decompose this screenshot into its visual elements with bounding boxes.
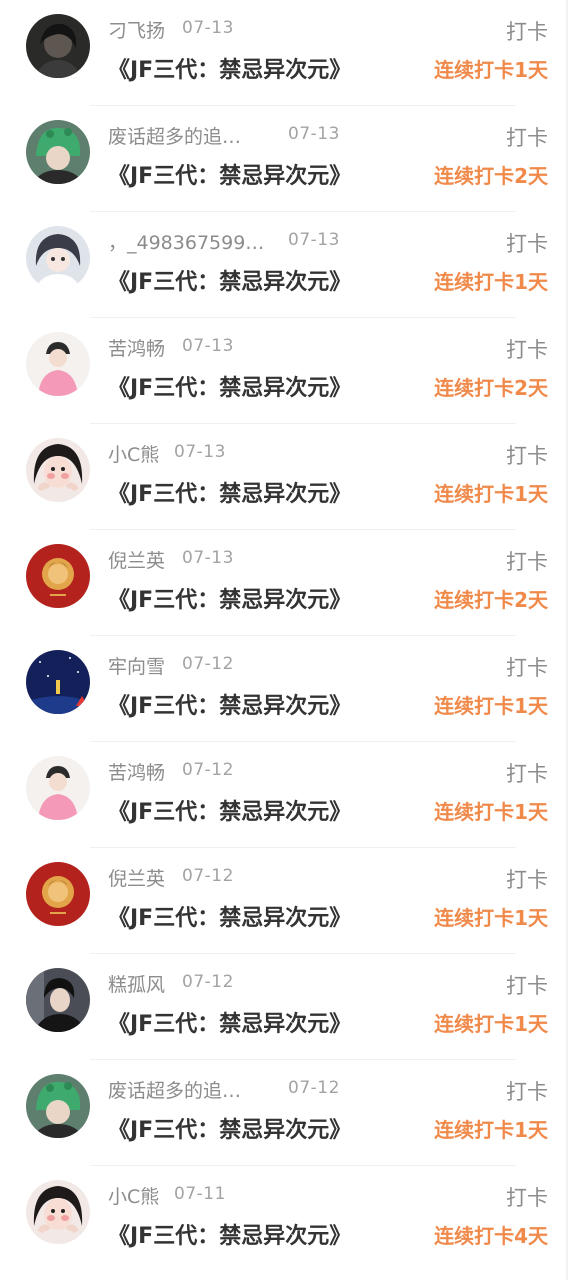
- entry-meta: 倪兰英 07-12: [108, 864, 408, 892]
- entry-meta: 小C熊 07-13: [108, 440, 408, 468]
- entry-meta: 牢向雪 07-12: [108, 652, 408, 680]
- list-item[interactable]: 苦鸿畅 07-13 《JF三代：禁忌异次元》 打卡 连续打卡2天: [0, 318, 576, 424]
- avatar-red-album[interactable]: [26, 862, 90, 926]
- username[interactable]: ，_498367599…: [108, 228, 264, 255]
- checkin-button[interactable]: 打卡: [506, 16, 548, 46]
- list-item[interactable]: 废话超多的追… 07-12 《JF三代：禁忌异次元》 打卡 连续打卡1天: [0, 1060, 576, 1166]
- list-item[interactable]: 废话超多的追… 07-13 《JF三代：禁忌异次元》 打卡 连续打卡2天: [0, 106, 576, 212]
- checkin-button[interactable]: 打卡: [506, 122, 548, 152]
- entry-date: 07-11: [174, 1184, 226, 1204]
- streak-label: 连续打卡1天: [434, 906, 548, 930]
- entry-date: 07-13: [182, 336, 234, 356]
- entry-date: 07-13: [182, 18, 234, 38]
- checkin-button[interactable]: 打卡: [506, 652, 548, 682]
- list-item[interactable]: 倪兰英 07-12 《JF三代：禁忌异次元》 打卡 连续打卡1天: [0, 848, 576, 954]
- book-title[interactable]: 《JF三代：禁忌异次元》: [108, 1218, 351, 1250]
- list-item[interactable]: 牢向雪 07-12 《JF三代：禁忌异次元》 打卡 连续打卡1天: [0, 636, 576, 742]
- avatar-anime-girl[interactable]: [26, 226, 90, 290]
- avatar-girl-hands[interactable]: [26, 1180, 90, 1244]
- list-item[interactable]: ，_498367599… 07-13 《JF三代：禁忌异次元》 打卡 连续打卡1…: [0, 212, 576, 318]
- entry-meta: 倪兰英 07-13: [108, 546, 408, 574]
- avatar-night-sky[interactable]: [26, 650, 90, 714]
- checkin-button[interactable]: 打卡: [506, 864, 548, 894]
- book-title[interactable]: 《JF三代：禁忌异次元》: [108, 476, 351, 508]
- checkin-button[interactable]: 打卡: [506, 1076, 548, 1106]
- streak-label: 连续打卡1天: [434, 1012, 548, 1036]
- book-title[interactable]: 《JF三代：禁忌异次元》: [108, 370, 351, 402]
- book-title[interactable]: 《JF三代：禁忌异次元》: [108, 158, 351, 190]
- list-item[interactable]: 小C熊 07-11 《JF三代：禁忌异次元》 打卡 连续打卡4天: [0, 1166, 576, 1272]
- checkin-button[interactable]: 打卡: [506, 334, 548, 364]
- entry-meta: 苦鸿畅 07-13: [108, 334, 408, 362]
- entry-date: 07-12: [182, 760, 234, 780]
- username[interactable]: 糕孤风: [108, 970, 165, 997]
- checkin-button[interactable]: 打卡: [506, 1182, 548, 1212]
- username[interactable]: 苦鸿畅: [108, 334, 165, 361]
- book-title[interactable]: 《JF三代：禁忌异次元》: [108, 1006, 351, 1038]
- avatar-pink-jacket[interactable]: [26, 332, 90, 396]
- avatar-red-album[interactable]: [26, 544, 90, 608]
- username[interactable]: 倪兰英: [108, 546, 165, 573]
- book-title[interactable]: 《JF三代：禁忌异次元》: [108, 582, 351, 614]
- avatar-girl-hands[interactable]: [26, 438, 90, 502]
- avatar-green-hat[interactable]: [26, 120, 90, 184]
- list-item[interactable]: 糕孤风 07-12 《JF三代：禁忌异次元》 打卡 连续打卡1天: [0, 954, 576, 1060]
- avatar-pink-jacket[interactable]: [26, 756, 90, 820]
- book-title[interactable]: 《JF三代：禁忌异次元》: [108, 794, 351, 826]
- entry-meta: 废话超多的追… 07-12: [108, 1076, 408, 1104]
- entry-meta: 糕孤风 07-12: [108, 970, 408, 998]
- username[interactable]: 小C熊: [108, 440, 159, 467]
- streak-label: 连续打卡2天: [434, 588, 548, 612]
- streak-label: 连续打卡2天: [434, 376, 548, 400]
- entry-date: 07-12: [182, 866, 234, 886]
- book-title[interactable]: 《JF三代：禁忌异次元》: [108, 1112, 351, 1144]
- entry-date: 07-13: [288, 124, 340, 144]
- streak-label: 连续打卡2天: [434, 164, 548, 188]
- entry-meta: 废话超多的追… 07-13: [108, 122, 408, 150]
- avatar-boy-dark[interactable]: [26, 968, 90, 1032]
- entry-date: 07-13: [174, 442, 226, 462]
- avatar-green-hat[interactable]: [26, 1074, 90, 1138]
- book-title[interactable]: 《JF三代：禁忌异次元》: [108, 52, 351, 84]
- streak-label: 连续打卡4天: [434, 1224, 548, 1248]
- streak-label: 连续打卡1天: [434, 270, 548, 294]
- entry-meta: 小C熊 07-11: [108, 1182, 408, 1210]
- entry-date: 07-12: [182, 972, 234, 992]
- streak-label: 连续打卡1天: [434, 58, 548, 82]
- scroll-edge: [566, 0, 568, 1280]
- checkin-button[interactable]: 打卡: [506, 970, 548, 1000]
- checkin-button[interactable]: 打卡: [506, 440, 548, 470]
- list-item[interactable]: 倪兰英 07-13 《JF三代：禁忌异次元》 打卡 连续打卡2天: [0, 530, 576, 636]
- username[interactable]: 牢向雪: [108, 652, 165, 679]
- streak-label: 连续打卡1天: [434, 482, 548, 506]
- checkin-button[interactable]: 打卡: [506, 546, 548, 576]
- username[interactable]: 废话超多的追…: [108, 122, 241, 149]
- entry-meta: 刁飞扬 07-13: [108, 16, 408, 44]
- checkin-button[interactable]: 打卡: [506, 758, 548, 788]
- username[interactable]: 苦鸿畅: [108, 758, 165, 785]
- streak-label: 连续打卡1天: [434, 694, 548, 718]
- list-item[interactable]: 刁飞扬 07-13 《JF三代：禁忌异次元》 打卡 连续打卡1天: [0, 0, 576, 106]
- entry-date: 07-12: [182, 654, 234, 674]
- username[interactable]: 刁飞扬: [108, 16, 165, 43]
- book-title[interactable]: 《JF三代：禁忌异次元》: [108, 264, 351, 296]
- username[interactable]: 废话超多的追…: [108, 1076, 241, 1103]
- streak-label: 连续打卡1天: [434, 1118, 548, 1142]
- list-item[interactable]: 苦鸿畅 07-12 《JF三代：禁忌异次元》 打卡 连续打卡1天: [0, 742, 576, 848]
- entry-date: 07-12: [288, 1078, 340, 1098]
- entry-date: 07-13: [182, 548, 234, 568]
- entry-meta: 苦鸿畅 07-12: [108, 758, 408, 786]
- username[interactable]: 小C熊: [108, 1182, 159, 1209]
- username[interactable]: 倪兰英: [108, 864, 165, 891]
- entry-meta: ，_498367599… 07-13: [108, 228, 408, 256]
- checkin-button[interactable]: 打卡: [506, 228, 548, 258]
- streak-label: 连续打卡1天: [434, 800, 548, 824]
- entry-date: 07-13: [288, 230, 340, 250]
- book-title[interactable]: 《JF三代：禁忌异次元》: [108, 900, 351, 932]
- list-item[interactable]: 小C熊 07-13 《JF三代：禁忌异次元》 打卡 连续打卡1天: [0, 424, 576, 530]
- book-title[interactable]: 《JF三代：禁忌异次元》: [108, 688, 351, 720]
- avatar-dark-hair[interactable]: [26, 14, 90, 78]
